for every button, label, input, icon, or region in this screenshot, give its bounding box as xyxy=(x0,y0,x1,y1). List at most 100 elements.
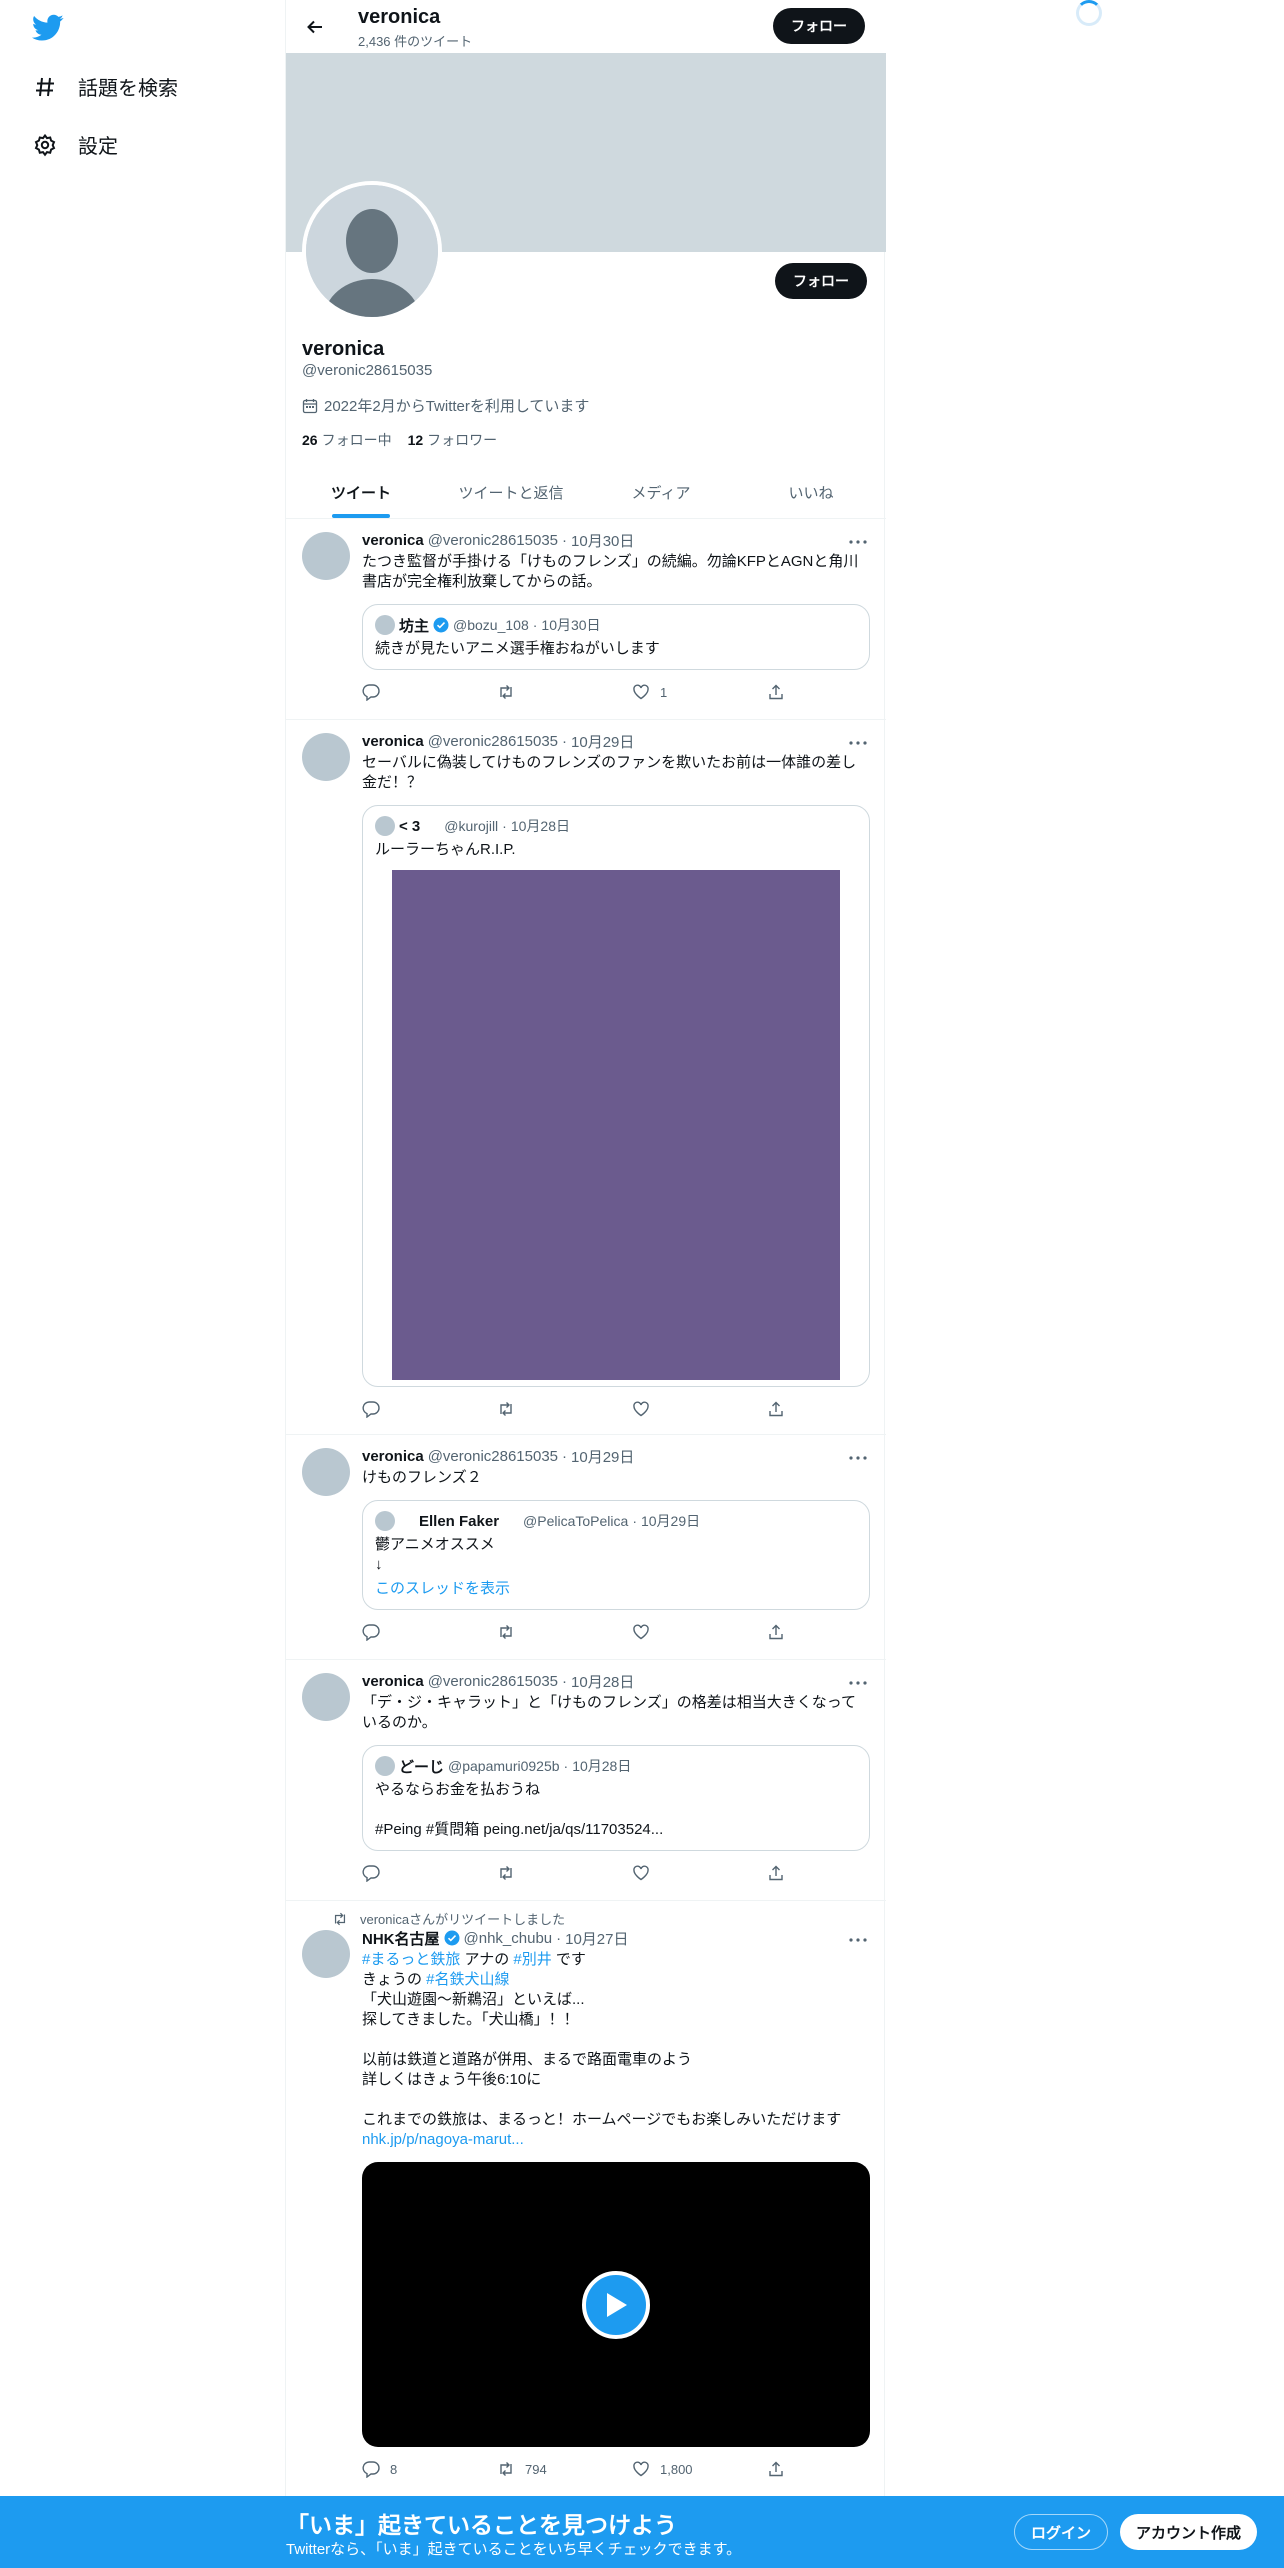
tweet-author-name[interactable]: veronica xyxy=(362,532,424,549)
quoted-text: ルーラーちゃんR.I.P. xyxy=(375,841,516,858)
quoted-tweet[interactable]: 坊主 @bozu_108 · 10月30日 続きが見たいアニメ選手権おねがいしま… xyxy=(362,604,870,670)
tab-likes[interactable]: いいね xyxy=(736,466,886,518)
header-tweet-count: 2,436 件のツイート xyxy=(358,34,473,49)
like-button[interactable]: 1,800 xyxy=(632,2460,767,2478)
play-icon xyxy=(607,2292,627,2317)
reply-button[interactable] xyxy=(362,683,497,701)
share-icon xyxy=(769,684,783,700)
tweet-text: #まるっと鉄旅 アナの #別井 です きょうの #名鉄犬山線 「犬山遊園～新鵜沼… xyxy=(362,1950,870,2150)
quoted-tweet[interactable]: < 3 @kurojill · 10月28日 ルーラーちゃんR.I.P. xyxy=(362,805,870,1387)
like-button[interactable]: 1 xyxy=(632,683,767,701)
nav-settings[interactable]: 設定 xyxy=(32,130,118,159)
tweet-date[interactable]: 10月29日 xyxy=(571,731,634,752)
tweet-text: けものフレンズ２ xyxy=(362,1469,482,1486)
signup-button[interactable]: アカウント作成 xyxy=(1120,2514,1258,2550)
tweet-avatar[interactable] xyxy=(302,532,350,580)
retweet-label[interactable]: veronicaさんがリツイートしました xyxy=(360,1909,565,1928)
show-thread-link[interactable]: このスレッドを表示 xyxy=(375,1579,857,1599)
tweet-author-name[interactable]: veronica xyxy=(362,1673,424,1690)
dot-separator: · xyxy=(562,1672,568,1690)
quoted-media-image[interactable] xyxy=(392,870,840,1380)
reply-button[interactable] xyxy=(362,1864,497,1882)
dot-separator: · xyxy=(563,1758,569,1774)
twitter-logo-icon[interactable] xyxy=(32,14,64,42)
default-avatar-icon xyxy=(306,185,438,317)
profile-avatar[interactable] xyxy=(302,181,442,321)
play-button[interactable] xyxy=(582,2270,650,2339)
quoted-author-name: 坊主 xyxy=(399,617,430,635)
profile-tabs: ツイート ツイートと返信 メディア いいね xyxy=(286,466,886,519)
share-button[interactable] xyxy=(767,1864,785,1882)
followers-link[interactable]: 12 フォロワー xyxy=(408,430,498,450)
nav-explore[interactable]: 話題を検索 xyxy=(32,72,178,101)
share-button[interactable] xyxy=(767,2460,785,2478)
quoted-text: 続きが見たいアニメ選手権おねがいします xyxy=(375,640,660,657)
hashtag-link[interactable]: #まるっと鉄旅 xyxy=(362,1951,460,1968)
tweet-date[interactable]: 10月29日 xyxy=(571,1446,634,1467)
tweet-actions: 1 xyxy=(362,682,870,702)
tweet-author-name[interactable]: veronica xyxy=(362,733,424,750)
quoted-tweet[interactable]: どーじ @papamuri0925b · 10月28日 やるならお金を払おうね … xyxy=(362,1745,870,1851)
tweet-author-name[interactable]: NHK名古屋 xyxy=(362,1928,440,1949)
verified-badge-icon xyxy=(444,1930,459,1946)
tweet-author-handle[interactable]: @veronic28615035 xyxy=(428,733,558,750)
like-button[interactable] xyxy=(632,1400,767,1418)
tweet-author-handle[interactable]: @veronic28615035 xyxy=(428,1448,558,1465)
login-button[interactable]: ログイン xyxy=(1014,2514,1109,2550)
followers-label: フォロワー xyxy=(427,432,498,448)
share-button[interactable] xyxy=(767,1623,785,1641)
tab-tweets-and-replies[interactable]: ツイートと返信 xyxy=(436,466,586,518)
url-link[interactable]: nhk.jp/p/nagoya-marut... xyxy=(362,2131,524,2148)
loading-spinner-icon xyxy=(1076,0,1102,26)
calendar-icon xyxy=(302,398,318,414)
tweet[interactable]: veronicaさんがリツイートしました NHK名古屋 @nhk_chubu ·… xyxy=(286,1902,886,2500)
tweet-avatar[interactable] xyxy=(302,733,350,781)
tweet-author-handle[interactable]: @nhk_chubu xyxy=(464,1930,553,1947)
hashtag-link[interactable]: #名鉄犬山線 xyxy=(426,1971,509,1988)
tweet-date[interactable]: 10月30日 xyxy=(571,530,634,551)
back-button[interactable] xyxy=(298,10,332,44)
profile-timeline: veronica 2,436 件のツイート フォロー フォロー veronica… xyxy=(285,0,886,2500)
like-button[interactable] xyxy=(632,1623,767,1641)
text-segment: きょうの xyxy=(362,1971,427,1988)
profile-follow-button[interactable]: フォロー xyxy=(775,263,867,299)
header-follow-button[interactable]: フォロー xyxy=(773,8,865,44)
video-player[interactable] xyxy=(362,2162,870,2447)
share-button[interactable] xyxy=(767,683,785,701)
retweet-button[interactable]: 794 xyxy=(497,2460,632,2478)
following-count: 26 xyxy=(302,432,318,448)
tweet[interactable]: veronica @veronic28615035 · 10月30日 たつき監督… xyxy=(286,520,886,720)
hashtag-link[interactable]: #別井 xyxy=(513,1951,551,1968)
tweet-date[interactable]: 10月27日 xyxy=(565,1928,628,1949)
tweet-author-name[interactable]: veronica xyxy=(362,1448,424,1465)
dot-separator: · xyxy=(562,1447,568,1465)
text-segment: アナの xyxy=(460,1951,514,1968)
dot-separator: · xyxy=(562,531,568,549)
tweet-avatar[interactable] xyxy=(302,1448,350,1496)
reply-button[interactable]: 8 xyxy=(362,2460,497,2478)
retweet-button[interactable] xyxy=(497,1623,632,1641)
tweet-date[interactable]: 10月28日 xyxy=(571,1671,634,1692)
retweet-button[interactable] xyxy=(497,1400,632,1418)
reply-button[interactable] xyxy=(362,1623,497,1641)
tab-tweets[interactable]: ツイート xyxy=(286,466,436,518)
like-button[interactable] xyxy=(632,1864,767,1882)
following-link[interactable]: 26 フォロー中 xyxy=(302,430,392,450)
tweet-author-handle[interactable]: @veronic28615035 xyxy=(428,532,558,549)
tweet-author-handle[interactable]: @veronic28615035 xyxy=(428,1673,558,1690)
tweet[interactable]: veronica @veronic28615035 · 10月29日 けものフレ… xyxy=(286,1436,886,1660)
share-button[interactable] xyxy=(767,1400,785,1418)
quoted-tweet[interactable]: Ellen Faker @PelicaToPelica · 10月29日 鬱アニ… xyxy=(362,1500,870,1610)
tweet[interactable]: veronica @veronic28615035 · 10月29日 セーバルに… xyxy=(286,721,886,1435)
reply-button[interactable] xyxy=(362,1400,497,1418)
tab-media[interactable]: メディア xyxy=(586,466,736,518)
quoted-author-handle: @PelicaToPelica xyxy=(523,1513,629,1529)
tweet-avatar[interactable] xyxy=(302,1930,350,1978)
heart-icon xyxy=(633,2461,649,2477)
tweet[interactable]: veronica @veronic28615035 · 10月28日 「デ・ジ・… xyxy=(286,1661,886,1901)
tweet-avatar[interactable] xyxy=(302,1673,350,1721)
retweet-button[interactable] xyxy=(497,1864,632,1882)
retweet-button[interactable] xyxy=(497,683,632,701)
profile-joined-date: 2022年2月からTwitterを利用しています xyxy=(302,395,589,416)
quoted-text: 鬱アニメオススメ ↓ xyxy=(375,1536,495,1573)
